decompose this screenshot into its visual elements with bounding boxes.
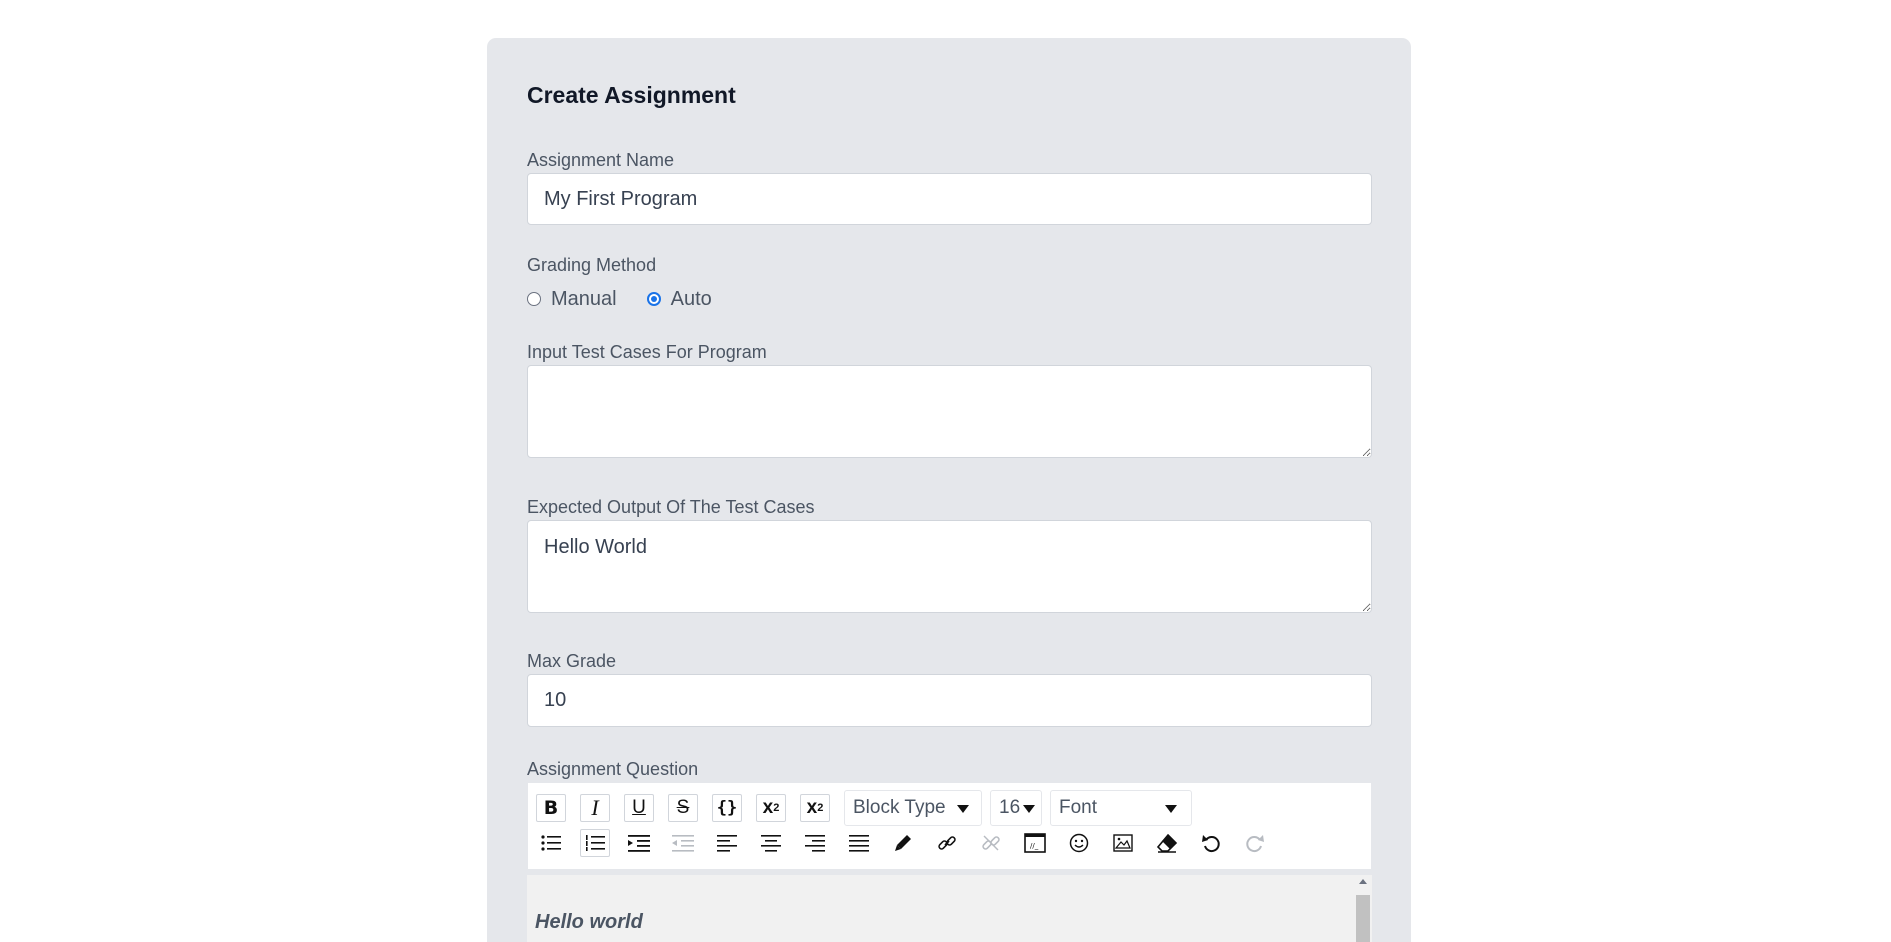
block-type-select[interactable]: Block Type	[844, 790, 982, 826]
undo-icon[interactable]	[1196, 829, 1226, 857]
underline-icon[interactable]: U	[624, 794, 654, 822]
subscript-icon[interactable]: x2	[800, 794, 830, 822]
font-value: Font	[1059, 797, 1098, 818]
toolbar-row-1: B I U S {} x2 x2 Block Type 16 Font	[536, 790, 1200, 826]
max-grade-input[interactable]	[527, 674, 1372, 727]
expected-output-label: Expected Output Of The Test Cases	[527, 497, 815, 517]
align-justify-icon[interactable]	[844, 829, 874, 857]
rich-text-editor: B I U S {} x2 x2 Block Type 16 Font //_ …	[527, 782, 1372, 942]
auto-radio[interactable]	[646, 292, 661, 306]
manual-radio[interactable]	[527, 292, 541, 306]
manual-radio-label: Manual	[551, 287, 617, 310]
input-test-cases-textarea[interactable]	[527, 365, 1372, 458]
align-left-icon[interactable]	[712, 829, 742, 857]
ordered-list-icon[interactable]	[580, 829, 610, 857]
editor-toolbar: B I U S {} x2 x2 Block Type 16 Font //_	[527, 782, 1372, 870]
strikethrough-icon[interactable]: S	[668, 794, 698, 822]
grading-manual-option[interactable]: Manual	[527, 288, 617, 311]
font-size-value: 16	[999, 797, 1021, 818]
redo-icon[interactable]	[1240, 829, 1270, 857]
grading-method-group: Manual Auto	[527, 286, 742, 312]
grading-auto-option[interactable]: Auto	[646, 287, 712, 311]
chevron-down-icon	[1165, 805, 1177, 813]
chevron-down-icon	[1023, 805, 1035, 813]
indent-icon[interactable]	[624, 829, 654, 857]
chevron-down-icon	[957, 805, 969, 813]
editor-content-area[interactable]: Hello world	[527, 875, 1372, 942]
block-type-value: Block Type	[853, 797, 946, 818]
assignment-question-label: Assignment Question	[527, 759, 699, 779]
unordered-list-icon[interactable]	[536, 829, 566, 857]
editor-scrollbar[interactable]	[1356, 875, 1370, 942]
bold-icon[interactable]: B	[536, 794, 566, 822]
align-center-icon[interactable]	[756, 829, 786, 857]
auto-radio-label: Auto	[670, 287, 712, 310]
link-icon[interactable]	[932, 829, 962, 857]
superscript-icon[interactable]: x2	[756, 794, 786, 822]
unlink-icon[interactable]	[976, 829, 1006, 857]
assignment-name-input[interactable]	[527, 173, 1372, 225]
input-test-cases-label: Input Test Cases For Program	[527, 342, 767, 362]
eraser-icon[interactable]	[1152, 829, 1182, 857]
toolbar-row-2: //_	[536, 829, 1284, 857]
expected-output-textarea[interactable]: Hello World	[527, 520, 1372, 613]
font-select[interactable]: Font	[1050, 790, 1192, 826]
scrollbar-thumb[interactable]	[1356, 895, 1370, 942]
max-grade-label: Max Grade	[527, 651, 617, 671]
image-icon[interactable]	[1108, 829, 1138, 857]
scroll-up-arrow-icon[interactable]	[1359, 879, 1367, 884]
outdent-icon[interactable]	[668, 829, 698, 857]
page-title: Create Assignment	[527, 82, 736, 108]
grading-method-label: Grading Method	[527, 255, 657, 275]
assignment-name-label: Assignment Name	[527, 150, 675, 170]
emoji-icon[interactable]	[1064, 829, 1094, 857]
embed-icon[interactable]: //_	[1020, 829, 1050, 857]
color-picker-icon[interactable]	[888, 829, 918, 857]
svg-text://_: //_	[1030, 842, 1039, 850]
editor-content-text: Hello world	[535, 911, 643, 933]
create-assignment-card: Create Assignment Assignment Name Gradin…	[487, 38, 1411, 942]
code-icon[interactable]: {}	[712, 794, 742, 822]
italic-icon[interactable]: I	[580, 794, 610, 822]
align-right-icon[interactable]	[800, 829, 830, 857]
font-size-select[interactable]: 16	[990, 790, 1042, 826]
